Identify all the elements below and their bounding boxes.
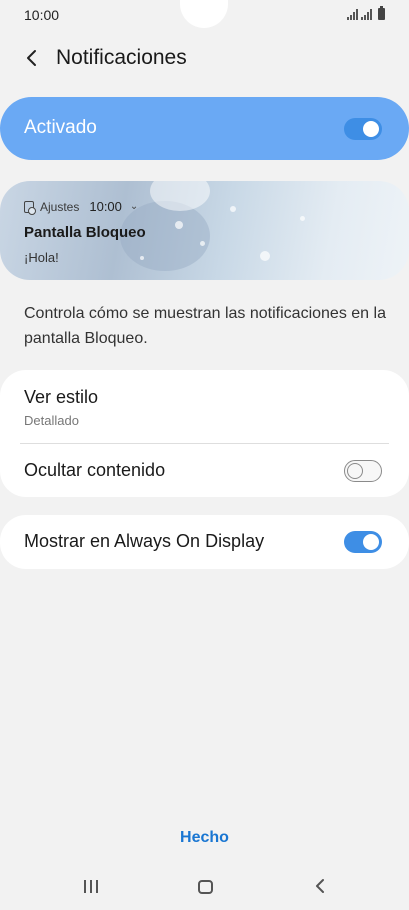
chevron-left-icon[interactable] <box>20 46 44 70</box>
master-toggle[interactable] <box>344 118 382 140</box>
toggle-knob <box>347 463 363 479</box>
view-style-label: Ver estilo <box>24 387 99 407</box>
settings-card: Ver estilo Detallado Ocultar contenido <box>0 370 409 497</box>
page-title: Notificaciones <box>56 46 187 69</box>
home-icon[interactable] <box>198 880 213 894</box>
status-bar: 10:00 <box>0 0 409 30</box>
preview-bg-speck <box>230 206 236 212</box>
navigation-bar <box>0 868 409 910</box>
preview-meta: Ajustes 10:00 ⌄ <box>24 199 139 215</box>
view-style-row[interactable]: Ver estilo Detallado <box>0 370 409 443</box>
toggle-knob <box>363 534 379 550</box>
hide-content-toggle[interactable] <box>344 460 382 482</box>
toggle-knob <box>363 121 379 137</box>
signal-icon-2 <box>361 9 372 20</box>
view-style-value: Detallado <box>24 413 79 428</box>
preview-bg-speck <box>140 256 144 260</box>
aod-toggle[interactable] <box>344 531 382 553</box>
settings-app-icon <box>24 200 36 215</box>
hide-content-row[interactable]: Ocultar contenido <box>0 444 409 497</box>
preview-body: ¡Hola! <box>24 250 59 265</box>
signal-icon <box>347 9 358 20</box>
chevron-down-icon: ⌄ <box>129 201 139 212</box>
preview-bg-speck <box>175 221 183 229</box>
camera-notch <box>180 0 228 28</box>
battery-icon <box>378 6 385 20</box>
master-switch-label: Activado <box>24 117 97 138</box>
recents-icon[interactable] <box>84 880 98 893</box>
header: Notificaciones <box>0 38 409 78</box>
back-icon[interactable] <box>312 877 330 895</box>
preview-bg-speck <box>260 251 270 261</box>
status-time: 10:00 <box>24 7 60 23</box>
preview-time: 10:00 <box>89 199 122 214</box>
preview-bg-speck <box>200 241 205 246</box>
status-icons <box>347 6 385 20</box>
aod-label: Mostrar en Always On Display <box>24 531 265 551</box>
aod-card[interactable]: Mostrar en Always On Display <box>0 515 409 569</box>
preview-app-name: Ajustes <box>40 199 80 214</box>
master-switch-bar[interactable]: Activado <box>0 97 409 160</box>
description-text: Controla cómo se muestran las notificaci… <box>24 305 386 347</box>
preview-bg-speck <box>300 216 305 221</box>
preview-title: Pantalla Bloqueo <box>24 224 146 241</box>
lock-screen-preview: Ajustes 10:00 ⌄ Pantalla Bloqueo ¡Hola! <box>0 181 409 280</box>
hide-content-label: Ocultar contenido <box>24 460 166 480</box>
done-button[interactable]: Hecho <box>0 829 409 847</box>
